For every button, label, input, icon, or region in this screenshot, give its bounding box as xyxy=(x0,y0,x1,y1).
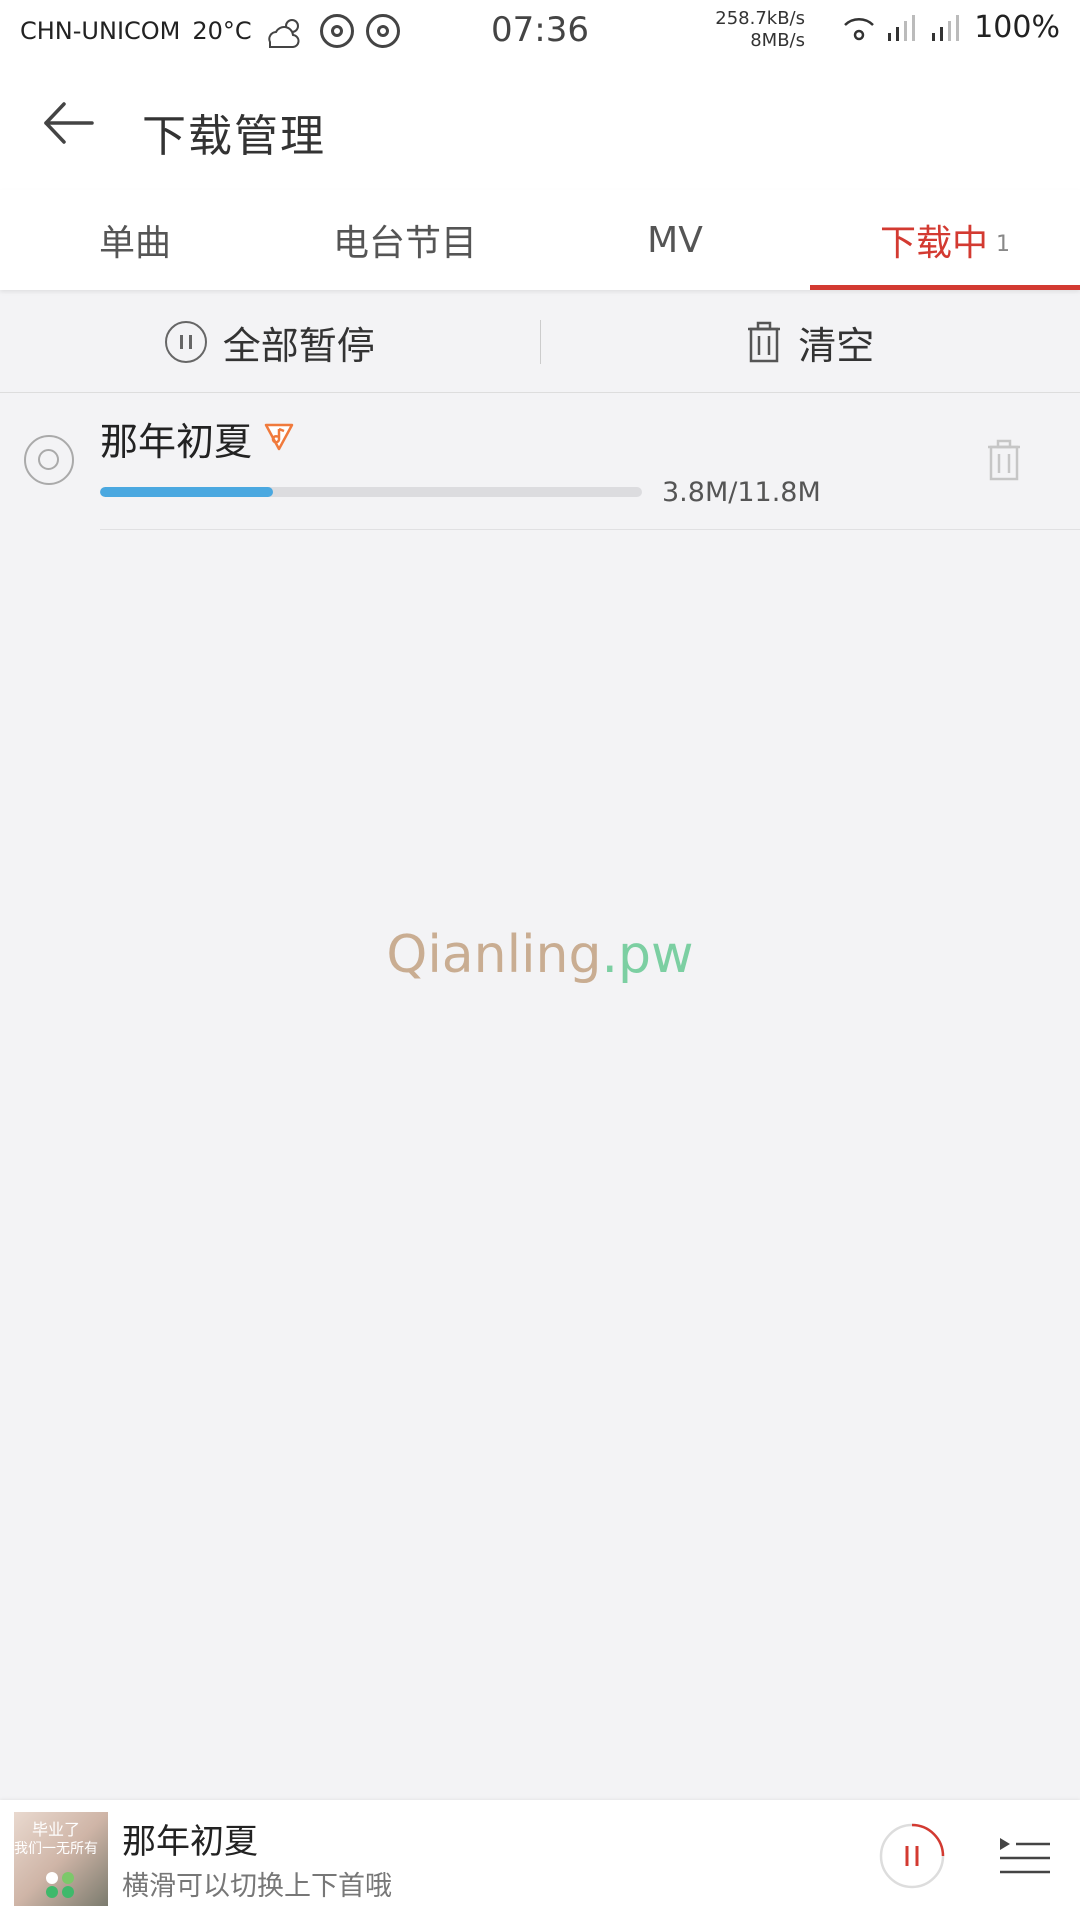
wifi-icon xyxy=(844,17,875,40)
tab-radio[interactable]: 电台节目 xyxy=(270,190,540,290)
tab-singles[interactable]: 单曲 xyxy=(0,190,270,290)
status-right: 100% xyxy=(842,10,1060,45)
tab-label: 下载中 xyxy=(879,223,988,264)
song-title: 那年初夏 xyxy=(100,420,253,464)
watermark: Qianling.pw xyxy=(0,925,1080,985)
signal-icon-2 xyxy=(932,14,960,41)
pause-all-button[interactable]: 全部暂停 xyxy=(0,292,540,392)
download-item[interactable]: 那年初夏 3.8M/11.8M xyxy=(0,393,1080,531)
music-badge-icon xyxy=(264,423,294,451)
download-actions: 全部暂停 清空 xyxy=(0,292,1080,393)
disc-icon xyxy=(24,435,74,485)
pause-button[interactable] xyxy=(878,1822,946,1890)
pause-all-label: 全部暂停 xyxy=(222,323,375,368)
watermark-suffix: .pw xyxy=(601,925,694,985)
speed-down: 8MB/s xyxy=(750,30,805,51)
trash-icon xyxy=(748,321,781,363)
tab-label: 单曲 xyxy=(98,223,171,264)
battery-label: 100% xyxy=(974,10,1060,45)
tab-bar: 单曲 电台节目 MV 下载中 1 xyxy=(0,190,1080,290)
tab-mv[interactable]: MV xyxy=(540,190,810,290)
arrow-left-icon xyxy=(44,102,94,144)
pause-circle-icon xyxy=(164,321,207,363)
tab-count-badge: 1 xyxy=(996,231,1010,257)
download-progress-fill xyxy=(100,487,274,497)
network-speed: 258.7kB/s 8MB/s xyxy=(700,8,805,52)
tab-label: MV xyxy=(647,219,703,261)
status-bar: CHN-UNICOM 20°C 07:36 258.7kB/s 8MB/s 10… xyxy=(0,0,1080,62)
mini-player[interactable]: 那年初夏 横滑可以切换上下首哦 xyxy=(0,1800,1080,1920)
tab-label: 电台节目 xyxy=(332,223,477,264)
speed-up: 258.7kB/s xyxy=(715,8,805,29)
row-separator xyxy=(100,529,1080,530)
clear-all-button[interactable]: 清空 xyxy=(541,292,1080,392)
album-cover xyxy=(14,1812,108,1906)
back-button[interactable] xyxy=(38,92,100,154)
delete-item-icon[interactable] xyxy=(986,439,1022,481)
player-hint: 横滑可以切换上下首哦 xyxy=(122,1871,392,1902)
tab-downloading[interactable]: 下载中 1 xyxy=(810,190,1080,290)
download-size: 3.8M/11.8M xyxy=(662,477,821,508)
download-progress-bar xyxy=(100,487,642,497)
page-title: 下载管理 xyxy=(142,111,326,162)
player-song-title: 那年初夏 xyxy=(122,1822,258,1862)
playlist-icon[interactable] xyxy=(998,1836,1052,1880)
app-header: 下载管理 xyxy=(0,62,1080,190)
watermark-main: Qianling xyxy=(386,925,602,985)
cover-badges-icon xyxy=(46,1872,74,1898)
signal-icon xyxy=(888,14,916,41)
clear-label: 清空 xyxy=(798,323,875,368)
